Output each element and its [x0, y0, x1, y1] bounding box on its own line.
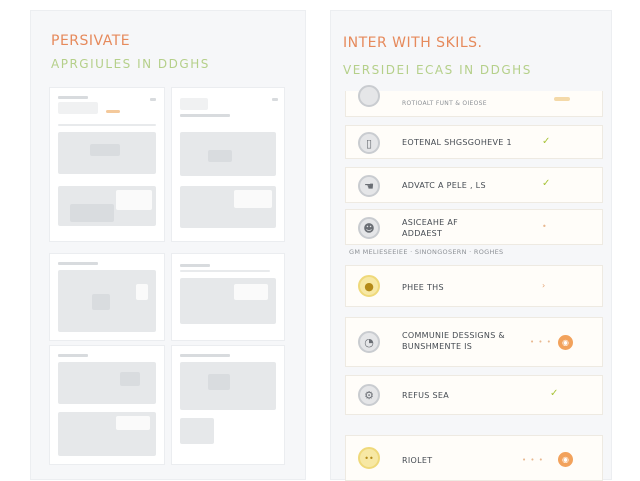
- dot-icon: •: [542, 222, 547, 231]
- skill-item-1[interactable]: ▯ EOTENAL SHGSGOHEVE 1 ✓: [345, 125, 603, 159]
- template-thumbnail-5[interactable]: [49, 345, 165, 465]
- skill-item-label: ADVATC A PELE , LS: [402, 181, 486, 190]
- skill-item-label: ASICEAHE AF ADDAEST: [402, 218, 459, 238]
- section-label: GM MELIESEEIEE · SINONGOSERN · ROGHES: [349, 248, 504, 256]
- progress-dots: • • •: [530, 338, 552, 346]
- chat-icon: ◔: [358, 331, 380, 353]
- clipboard-icon: [358, 85, 380, 107]
- panel-title: PERSIVATE: [51, 33, 131, 49]
- gear-icon: ⚙: [358, 384, 380, 406]
- template-thumbnail-6[interactable]: [171, 345, 285, 465]
- check-icon: ✓: [550, 388, 559, 399]
- face-icon: ••: [358, 447, 380, 469]
- check-icon: ✓: [542, 178, 551, 189]
- skill-item-4[interactable]: ● PHEE THS ›: [345, 265, 603, 307]
- chevron-right-icon: ›: [542, 281, 546, 290]
- skill-item-label: PHEE THS: [402, 283, 444, 292]
- check-icon: ✓: [542, 136, 551, 147]
- panel-subtitle: APRGIULES IN DDGHS: [51, 57, 210, 71]
- skill-item-5[interactable]: ◔ COMMUNIE DESSIGNS & BUNSHMENTE IS • • …: [345, 317, 603, 367]
- skill-item-label: COMMUNIE DESSIGNS & BUNSHMENTE IS: [402, 331, 505, 351]
- skill-item-3[interactable]: ☻ ASICEAHE AF ADDAEST •: [345, 209, 603, 245]
- template-thumbnail-2[interactable]: [171, 87, 285, 242]
- template-thumbnail-3[interactable]: [49, 253, 165, 341]
- skill-item-2[interactable]: ☚ ADVATC A PELE , LS ✓: [345, 167, 603, 203]
- skill-item-7[interactable]: •• RIOLET • • • ◉: [345, 435, 603, 481]
- templates-panel: PERSIVATE APRGIULES IN DDGHS: [30, 10, 306, 480]
- skill-item-6[interactable]: ⚙ REFUS SEA ✓: [345, 375, 603, 415]
- phone-icon: ▯: [358, 132, 380, 154]
- template-thumbnail-4[interactable]: [171, 253, 285, 341]
- skill-item-top[interactable]: ROTIOALT FUNT & OIEOSE: [345, 85, 603, 117]
- skill-item-label: ROTIOALT FUNT & OIEOSE: [402, 100, 487, 107]
- panel-title: INTER WITH SKILS.: [343, 35, 483, 51]
- status-orb-icon[interactable]: ◉: [558, 452, 573, 467]
- skill-item-label: RIOLET: [402, 456, 433, 465]
- template-thumbnail-1[interactable]: [49, 87, 165, 242]
- skill-item-label: REFUS SEA: [402, 391, 449, 400]
- bulb-icon: ●: [358, 275, 380, 297]
- skills-panel: INTER WITH SKILS. VERSIDEI ECAS IN DDGHS…: [330, 10, 612, 481]
- progress-dots: • • •: [522, 456, 544, 464]
- panel-subtitle: VERSIDEI ECAS IN DDGHS: [343, 63, 532, 77]
- robot-icon: ☻: [358, 217, 380, 239]
- hand-icon: ☚: [358, 175, 380, 197]
- status-orb-icon[interactable]: ◉: [558, 335, 573, 350]
- skill-item-label: EOTENAL SHGSGOHEVE 1: [402, 138, 512, 147]
